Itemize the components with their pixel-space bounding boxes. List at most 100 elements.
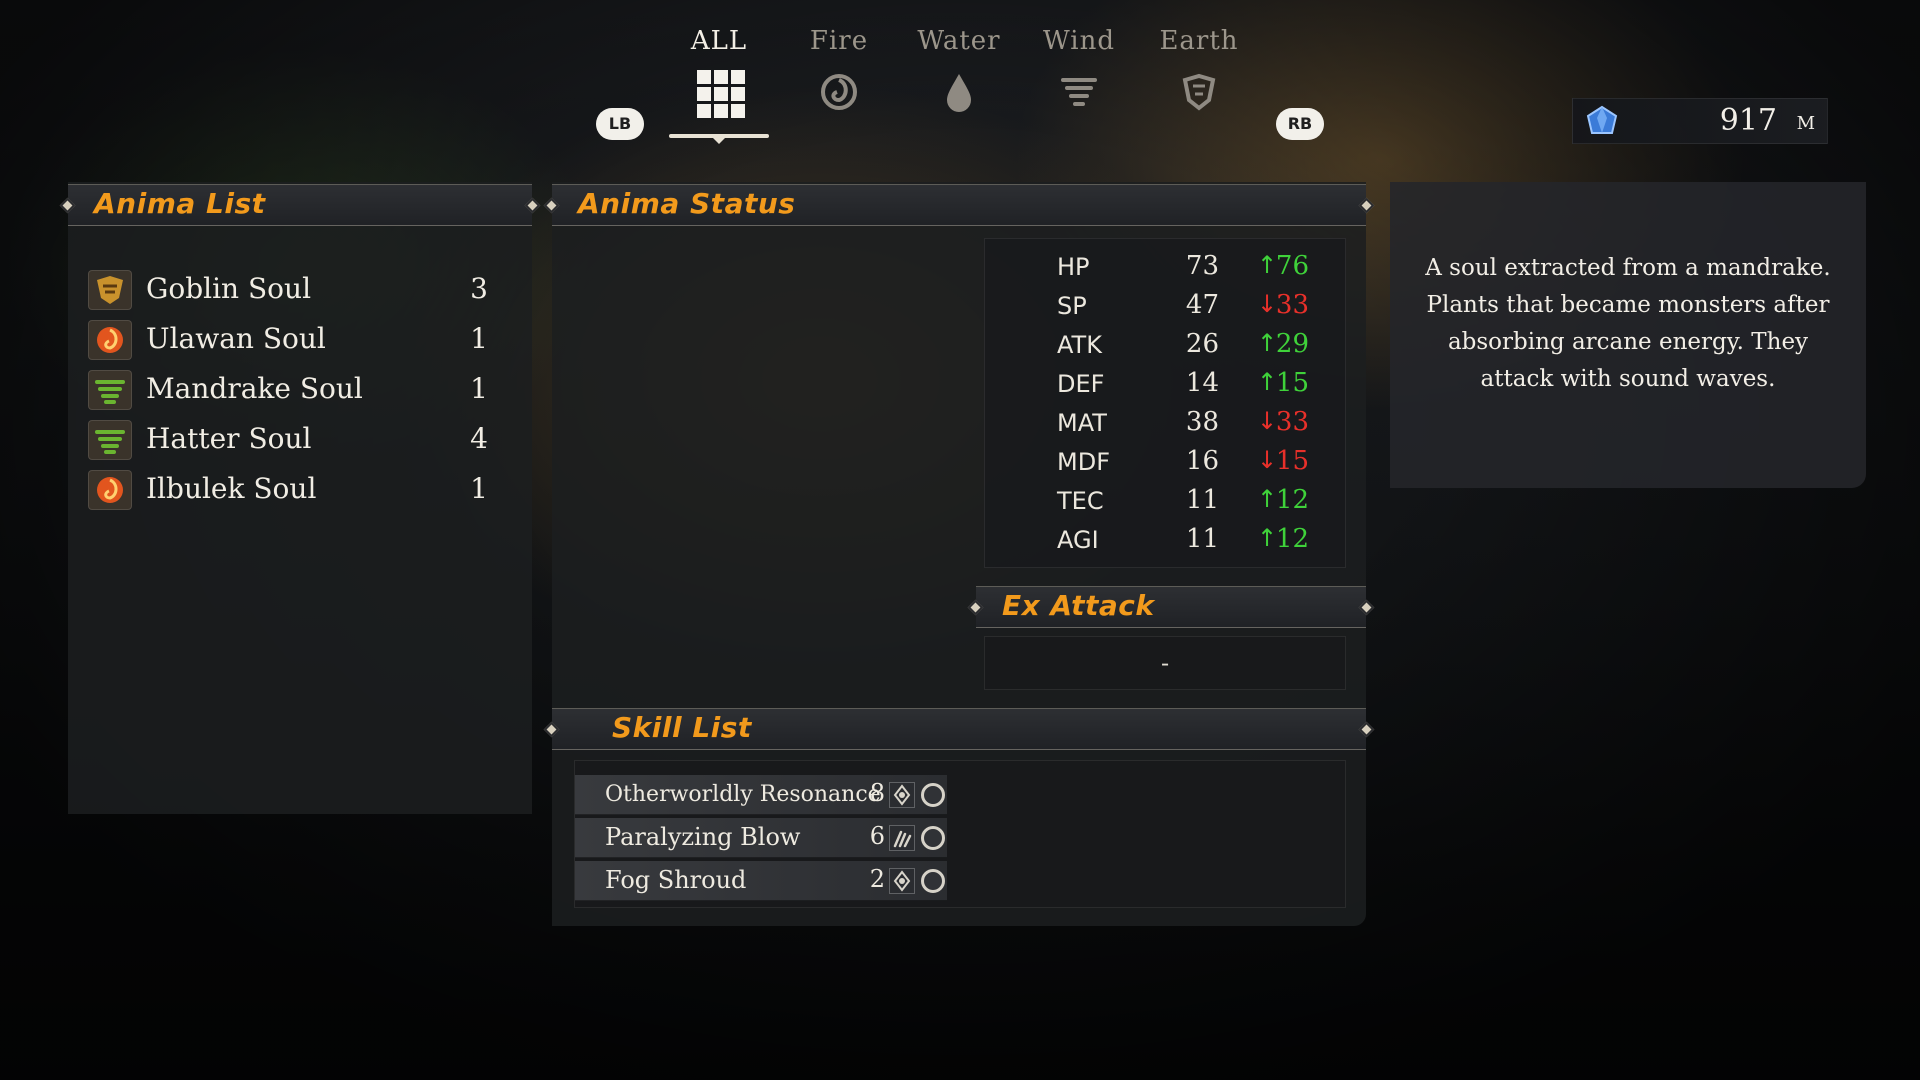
anima-list-header: Anima List [59,184,541,226]
wind-tornado-icon [1057,70,1101,114]
stat-new-value: 12 [1275,485,1309,515]
stat-new-value: 76 [1275,251,1309,281]
stat-name: DEF [1057,370,1105,398]
water-drop-icon [937,70,981,114]
stat-row-mdf: MDF 16 ↓ 15 [985,444,1347,483]
list-item-hatter-soul[interactable]: Hatter Soul 4 [88,414,488,464]
stat-row-tec: TEC 11 ↑ 12 [985,483,1347,522]
fire-soul-icon [88,470,132,510]
skill-slot-ring-icon [921,826,945,850]
tab-fire-label: Fire [809,26,869,56]
stat-name: AGI [1057,526,1099,554]
stat-new-value: 12 [1275,524,1309,554]
fire-soul-icon [88,320,132,360]
stat-row-def: DEF 14 ↑ 15 [985,366,1347,405]
stat-name: SP [1057,292,1087,320]
soul-name: Hatter Soul [146,422,312,455]
soul-name: Ilbulek Soul [146,472,317,505]
header-ornament-left [543,721,560,738]
stat-name: HP [1057,253,1090,281]
anima-list-title: Anima List [94,187,266,220]
skill-row[interactable]: Otherworldly Resonance 8 [575,775,947,815]
skill-name: Paralyzing Blow [605,823,801,851]
list-item-ulawan-soul[interactable]: Ulawan Soul 1 [88,314,488,364]
tab-all[interactable]: ALL [664,26,774,144]
header-ornament-right [524,197,541,214]
skill-list: Otherworldly Resonance 8 Paralyzing Blow… [574,760,1346,908]
skill-name: Fog Shroud [605,866,747,894]
tab-earth-label: Earth [1159,26,1239,56]
tab-water[interactable]: Water [904,26,1014,114]
stat-name: MDF [1057,448,1110,476]
rb-button[interactable]: RB [1276,108,1324,140]
earth-shield-icon [1177,70,1221,114]
stat-base-value: 11 [1185,524,1219,554]
anima-status-title: Anima Status [578,187,796,220]
stat-new-value: 15 [1275,446,1309,476]
stats-table: HP 73 ↑ 76 SP 47 ↓ 33 ATK 26 ↑ 29 DEF 14 ↑ 15 MAT 38 ↓ 33 MD… [984,238,1346,568]
currency-value: 917 [1719,103,1777,138]
header-ornament-left [59,197,76,214]
currency-display: 917 M [1572,98,1828,144]
anima-status-header: Anima Status [543,184,1375,226]
skill-cost: 2 [869,865,885,893]
stat-new-value: 33 [1275,407,1309,437]
tab-all-label: ALL [690,26,748,56]
ex-attack-value: - [984,636,1346,690]
soul-name: Mandrake Soul [146,372,363,405]
magic-sigil-icon [889,782,915,808]
list-item-ilbulek-soul[interactable]: Ilbulek Soul 1 [88,464,488,514]
anima-list: Goblin Soul 3 Ulawan Soul 1 Mandrake Sou… [88,264,488,514]
skill-list-header: Skill List [543,708,1375,750]
skill-row[interactable]: Fog Shroud 2 [575,861,947,901]
tab-wind[interactable]: Wind [1024,26,1134,114]
magic-sigil-icon [889,868,915,894]
grid-icon [697,70,745,118]
description-panel: A soul extracted from a mandrake. Plants… [1390,182,1866,488]
stat-new-value: 29 [1275,329,1309,359]
header-ornament-left [543,197,560,214]
tab-wind-label: Wind [1043,26,1115,56]
currency-unit: M [1796,113,1815,134]
stat-base-value: 73 [1185,251,1219,281]
stat-base-value: 11 [1185,485,1219,515]
list-item-mandrake-soul[interactable]: Mandrake Soul 1 [88,364,488,414]
header-ornament-right [1358,197,1375,214]
tab-active-indicator [669,134,769,144]
skill-row[interactable]: Paralyzing Blow 6 [575,818,947,858]
stat-base-value: 26 [1185,329,1219,359]
header-ornament-right [1358,599,1375,616]
soul-count: 1 [470,372,488,405]
stat-row-mat: MAT 38 ↓ 33 [985,405,1347,444]
stat-name: MAT [1057,409,1107,437]
skill-name: Otherworldly Resonance [605,782,881,807]
lb-button[interactable]: LB [596,108,644,140]
stat-row-hp: HP 73 ↑ 76 [985,249,1347,288]
stat-new-value: 15 [1275,368,1309,398]
earth-soul-icon [88,270,132,310]
soul-count: 3 [470,272,488,305]
ex-attack-title: Ex Attack [1002,589,1155,622]
stat-name: TEC [1057,487,1104,515]
soul-count: 1 [470,322,488,355]
stat-row-atk: ATK 26 ↑ 29 [985,327,1347,366]
tab-earth[interactable]: Earth [1144,26,1254,114]
tab-water-label: Water [917,26,1001,56]
stat-new-value: 33 [1275,290,1309,320]
skill-slot-ring-icon [921,869,945,893]
stat-base-value: 16 [1185,446,1219,476]
claw-strike-icon [889,825,915,851]
stat-base-value: 14 [1185,368,1219,398]
blue-gem-icon [1585,105,1619,139]
stat-base-value: 38 [1185,407,1219,437]
stat-row-agi: AGI 11 ↑ 12 [985,522,1347,561]
fire-swirl-icon [817,70,861,114]
list-item-goblin-soul[interactable]: Goblin Soul 3 [88,264,488,314]
skill-cost: 6 [869,822,885,850]
wind-soul-icon [88,370,132,410]
header-ornament-right [1358,721,1375,738]
skill-list-title: Skill List [612,711,752,744]
ex-attack-header: Ex Attack [967,586,1375,628]
soul-name: Goblin Soul [146,272,312,305]
tab-fire[interactable]: Fire [784,26,894,114]
